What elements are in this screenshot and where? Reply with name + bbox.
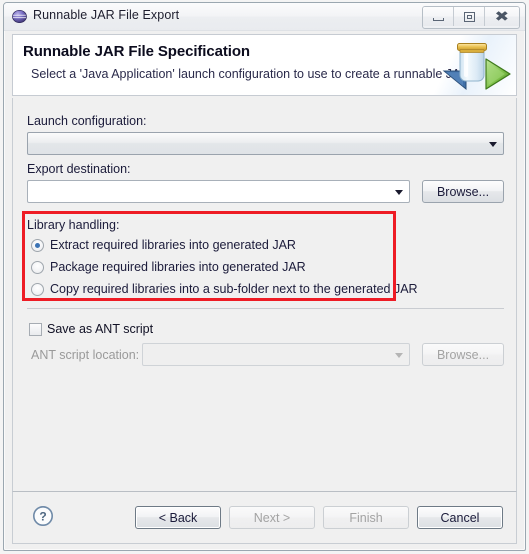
ant-script-location-label: ANT script location: bbox=[31, 348, 140, 362]
radio-label: Copy required libraries into a sub-folde… bbox=[50, 282, 418, 296]
minimize-button[interactable] bbox=[423, 7, 454, 26]
runnable-jar-export-dialog: Runnable JAR File Export ✖ Runnable JAR … bbox=[3, 2, 526, 551]
section-divider bbox=[27, 308, 504, 309]
close-button[interactable]: ✖ bbox=[485, 7, 519, 26]
launch-configuration-label: Launch configuration: bbox=[27, 114, 147, 128]
page-description: Select a 'Java Application' launch confi… bbox=[31, 67, 473, 81]
close-icon: ✖ bbox=[494, 8, 510, 25]
minimize-icon bbox=[432, 17, 444, 21]
finish-button: Finish bbox=[323, 506, 409, 529]
next-button: Next > bbox=[229, 506, 315, 529]
export-destination-browse-button[interactable]: Browse... bbox=[422, 180, 504, 203]
radio-indicator-selected bbox=[31, 238, 44, 252]
wizard-header: Runnable JAR File Specification Select a… bbox=[12, 34, 517, 96]
page-title: Runnable JAR File Specification bbox=[23, 43, 250, 60]
library-handling-label: Library handling: bbox=[27, 218, 120, 232]
save-as-ant-script-checkbox[interactable]: Save as ANT script bbox=[29, 322, 153, 336]
dialog-button-bar: ? < Back Next > Finish Cancel bbox=[12, 491, 517, 544]
chevron-down-icon bbox=[489, 141, 497, 147]
window-title: Runnable JAR File Export bbox=[33, 8, 180, 22]
maximize-icon bbox=[463, 11, 475, 22]
cancel-button[interactable]: Cancel bbox=[417, 506, 503, 529]
back-button[interactable]: < Back bbox=[135, 506, 221, 529]
checkbox-indicator bbox=[29, 322, 42, 336]
launch-configuration-combo[interactable] bbox=[27, 132, 504, 155]
radio-label: Package required libraries into generate… bbox=[50, 260, 306, 274]
eclipse-sphere-icon bbox=[12, 9, 27, 24]
title-bar: Runnable JAR File Export ✖ bbox=[4, 3, 525, 31]
svg-text:?: ? bbox=[39, 510, 46, 524]
chevron-down-icon bbox=[395, 189, 403, 195]
radio-label: Extract required libraries into generate… bbox=[50, 238, 296, 252]
ant-script-location-browse-button: Browse... bbox=[422, 343, 504, 366]
chevron-down-icon bbox=[395, 352, 403, 358]
export-destination-combo[interactable] bbox=[27, 180, 410, 203]
dialog-screenshot: Runnable JAR File Export ✖ Runnable JAR … bbox=[0, 0, 529, 554]
radio-indicator bbox=[31, 260, 44, 274]
maximize-button[interactable] bbox=[454, 7, 485, 26]
help-question-icon[interactable]: ? bbox=[32, 505, 54, 527]
jar-with-green-play-icon bbox=[430, 37, 512, 95]
ant-script-location-combo bbox=[142, 343, 410, 366]
wizard-content: Launch configuration: Export destination… bbox=[12, 98, 517, 491]
window-controls: ✖ bbox=[422, 6, 520, 29]
radio-package-required-libraries[interactable]: Package required libraries into generate… bbox=[31, 260, 306, 274]
save-as-ant-script-label: Save as ANT script bbox=[47, 322, 154, 336]
export-destination-label: Export destination: bbox=[27, 162, 131, 176]
radio-indicator bbox=[31, 282, 44, 296]
radio-extract-required-libraries[interactable]: Extract required libraries into generate… bbox=[31, 238, 296, 252]
radio-copy-required-libraries[interactable]: Copy required libraries into a sub-folde… bbox=[31, 282, 418, 296]
